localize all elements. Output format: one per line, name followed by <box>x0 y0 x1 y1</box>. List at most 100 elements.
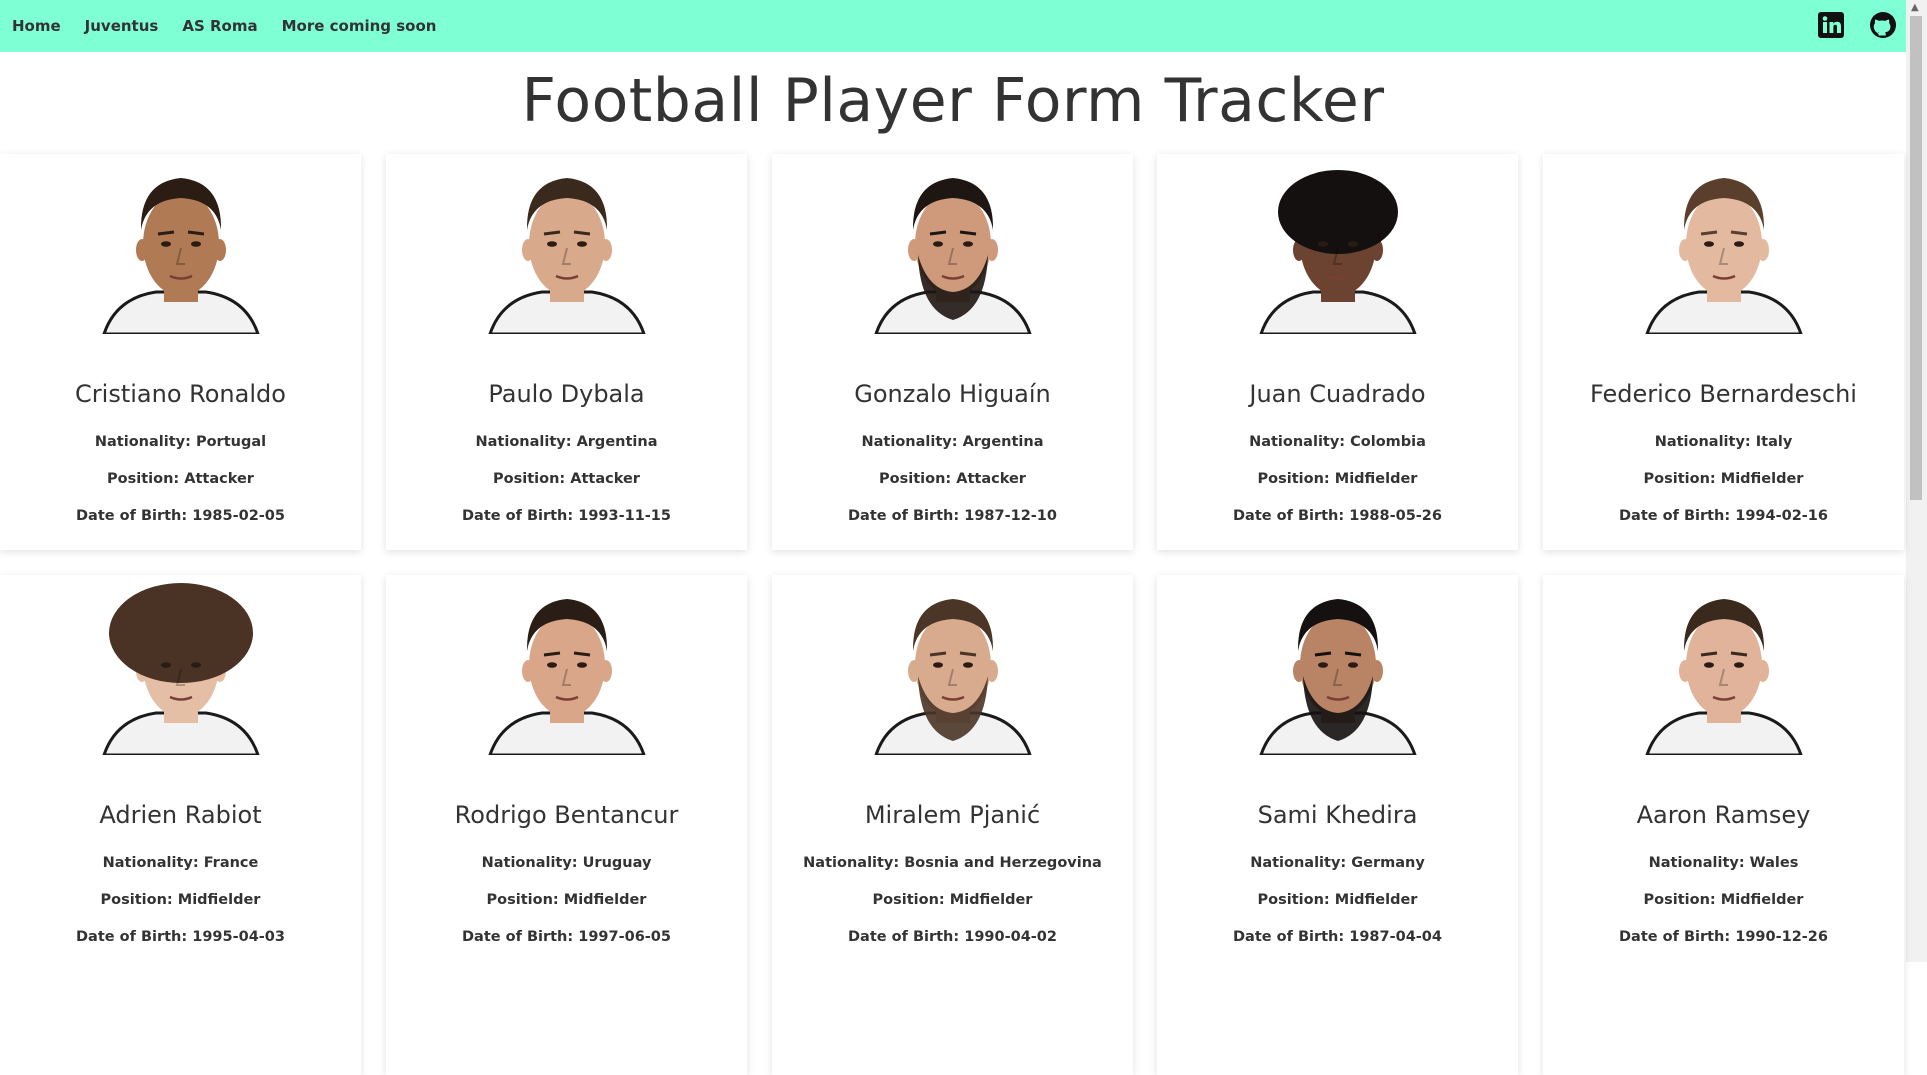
player-card[interactable]: Juan Cuadrado Nationality: Colombia Positi… <box>1157 154 1518 550</box>
top-navbar: Home Juventus AS Roma More coming soon <box>0 0 1906 52</box>
player-position-label: Position: <box>486 892 564 908</box>
player-card[interactable]: Rodrigo Bentancur Nationality: Uruguay Pos… <box>386 575 747 1075</box>
player-photo <box>873 178 1032 334</box>
player-name: Paulo Dybala <box>488 380 645 408</box>
player-position: Position: Midfielder <box>1543 892 1904 908</box>
nav-link-juventus[interactable]: Juventus <box>85 17 159 35</box>
player-card[interactable]: Miralem Pjanić Nationality: Bosnia and He… <box>772 575 1133 1075</box>
player-card[interactable]: Sami Khedira Nationality: Germany Position… <box>1157 575 1518 1075</box>
player-position-label: Position: <box>1643 471 1721 487</box>
player-position: Position: Midfielder <box>1157 471 1518 487</box>
nav-link-as-roma[interactable]: AS Roma <box>182 17 257 35</box>
player-date-of-birth-value: 1995-04-03 <box>192 929 285 945</box>
page-title: Football Player Form Tracker <box>521 66 1385 136</box>
player-card[interactable]: Adrien Rabiot Nationality: France Position… <box>0 575 361 1075</box>
player-position-label: Position: <box>872 892 950 908</box>
player-card[interactable]: Gonzalo Higuaín Nationality: Argentina Pos… <box>772 154 1133 550</box>
player-date-of-birth-value: 1987-04-04 <box>1349 929 1442 945</box>
github-icon[interactable] <box>1868 10 1898 40</box>
player-position: Position: Midfielder <box>0 892 361 908</box>
player-nationality: Nationality: Bosnia and Herzegovina <box>772 855 1133 871</box>
player-name: Federico Bernardeschi <box>1590 380 1857 408</box>
player-nationality: Nationality: Portugal <box>0 434 361 450</box>
player-date-of-birth-label: Date of Birth: <box>76 929 193 945</box>
player-nationality: Nationality: Italy <box>1543 434 1904 450</box>
player-position-label: Position: <box>1257 471 1335 487</box>
player-nationality-label: Nationality: <box>1250 855 1352 871</box>
player-card[interactable]: Aaron Ramsey Nationality: Wales Position: … <box>1543 575 1904 1075</box>
social-links <box>1816 10 1898 40</box>
player-photo <box>1644 178 1803 334</box>
scrollbar-thumb[interactable] <box>1910 16 1922 500</box>
player-date-of-birth: Date of Birth: 1987-12-10 <box>772 508 1133 524</box>
player-position-label: Position: <box>493 471 571 487</box>
nav-link-more-coming-soon[interactable]: More coming soon <box>282 17 437 35</box>
player-nationality-value: France <box>203 855 259 871</box>
player-card[interactable]: Federico Bernardeschi Nationality: Italy P… <box>1543 154 1904 550</box>
player-date-of-birth-label: Date of Birth: <box>848 929 965 945</box>
player-position: Position: Attacker <box>0 471 361 487</box>
player-date-of-birth-value: 1994-02-16 <box>1735 508 1828 524</box>
player-name: Cristiano Ronaldo <box>75 380 286 408</box>
player-nationality-label: Nationality: <box>102 855 204 871</box>
player-nationality-value: Uruguay <box>582 855 652 871</box>
player-nationality: Nationality: France <box>0 855 361 871</box>
player-position-value: Attacker <box>570 471 640 487</box>
player-nationality: Nationality: Wales <box>1543 855 1904 871</box>
player-position-value: Midfielder <box>1334 892 1418 908</box>
player-nationality-label: Nationality: <box>481 855 583 871</box>
player-name: Adrien Rabiot <box>99 801 262 829</box>
player-date-of-birth-value: 1990-04-02 <box>964 929 1057 945</box>
player-nationality-value: Colombia <box>1350 434 1426 450</box>
player-photo <box>101 583 260 755</box>
player-position: Position: Attacker <box>386 471 747 487</box>
player-position: Position: Midfielder <box>1157 892 1518 908</box>
player-date-of-birth: Date of Birth: 1990-04-02 <box>772 929 1133 945</box>
scroll-up-arrow-icon[interactable]: ▲ <box>1911 2 1919 13</box>
player-photo <box>1644 599 1803 755</box>
player-card[interactable]: Cristiano Ronaldo Nationality: Portugal Po… <box>0 154 361 550</box>
player-nationality-value: Argentina <box>576 434 658 450</box>
player-position-value: Midfielder <box>563 892 647 908</box>
player-date-of-birth-label: Date of Birth: <box>848 508 965 524</box>
player-position-label: Position: <box>1643 892 1721 908</box>
vertical-scrollbar[interactable]: ▲ <box>1906 0 1927 962</box>
player-date-of-birth-value: 1993-11-15 <box>578 508 671 524</box>
player-nationality-value: Italy <box>1755 434 1793 450</box>
player-date-of-birth-label: Date of Birth: <box>1233 929 1350 945</box>
player-name: Miralem Pjanić <box>864 801 1041 829</box>
nav-link-home[interactable]: Home <box>12 17 61 35</box>
player-position: Position: Attacker <box>772 471 1133 487</box>
player-date-of-birth-label: Date of Birth: <box>462 508 579 524</box>
player-position-value: Attacker <box>184 471 254 487</box>
player-position-label: Position: <box>107 471 185 487</box>
player-date-of-birth: Date of Birth: 1997-06-05 <box>386 929 747 945</box>
player-photo <box>101 178 260 334</box>
player-date-of-birth-value: 1997-06-05 <box>578 929 671 945</box>
player-name: Rodrigo Bentancur <box>454 801 679 829</box>
player-nationality-label: Nationality: <box>475 434 577 450</box>
player-name: Gonzalo Higuaín <box>854 380 1051 408</box>
player-nationality-value: Germany <box>1351 855 1425 871</box>
player-photo <box>487 599 646 755</box>
player-nationality-value: Argentina <box>962 434 1044 450</box>
player-photo <box>1258 599 1417 755</box>
player-card[interactable]: Paulo Dybala Nationality: Argentina Positi… <box>386 154 747 550</box>
player-date-of-birth: Date of Birth: 1995-04-03 <box>0 929 361 945</box>
player-position-value: Attacker <box>956 471 1026 487</box>
linkedin-icon[interactable] <box>1816 10 1846 40</box>
player-nationality-label: Nationality: <box>1249 434 1351 450</box>
player-date-of-birth-label: Date of Birth: <box>1233 508 1350 524</box>
player-nationality-label: Nationality: <box>803 855 905 871</box>
player-nationality-value: Wales <box>1749 855 1799 871</box>
player-position-value: Midfielder <box>1334 471 1418 487</box>
player-position-label: Position: <box>1257 892 1335 908</box>
player-date-of-birth: Date of Birth: 1988-05-26 <box>1157 508 1518 524</box>
player-position: Position: Midfielder <box>386 892 747 908</box>
player-position-value: Midfielder <box>1720 471 1804 487</box>
player-position-label: Position: <box>879 471 957 487</box>
player-nationality-label: Nationality: <box>94 434 196 450</box>
player-date-of-birth: Date of Birth: 1994-02-16 <box>1543 508 1904 524</box>
player-date-of-birth: Date of Birth: 1985-02-05 <box>0 508 361 524</box>
player-name: Juan Cuadrado <box>1249 380 1426 408</box>
